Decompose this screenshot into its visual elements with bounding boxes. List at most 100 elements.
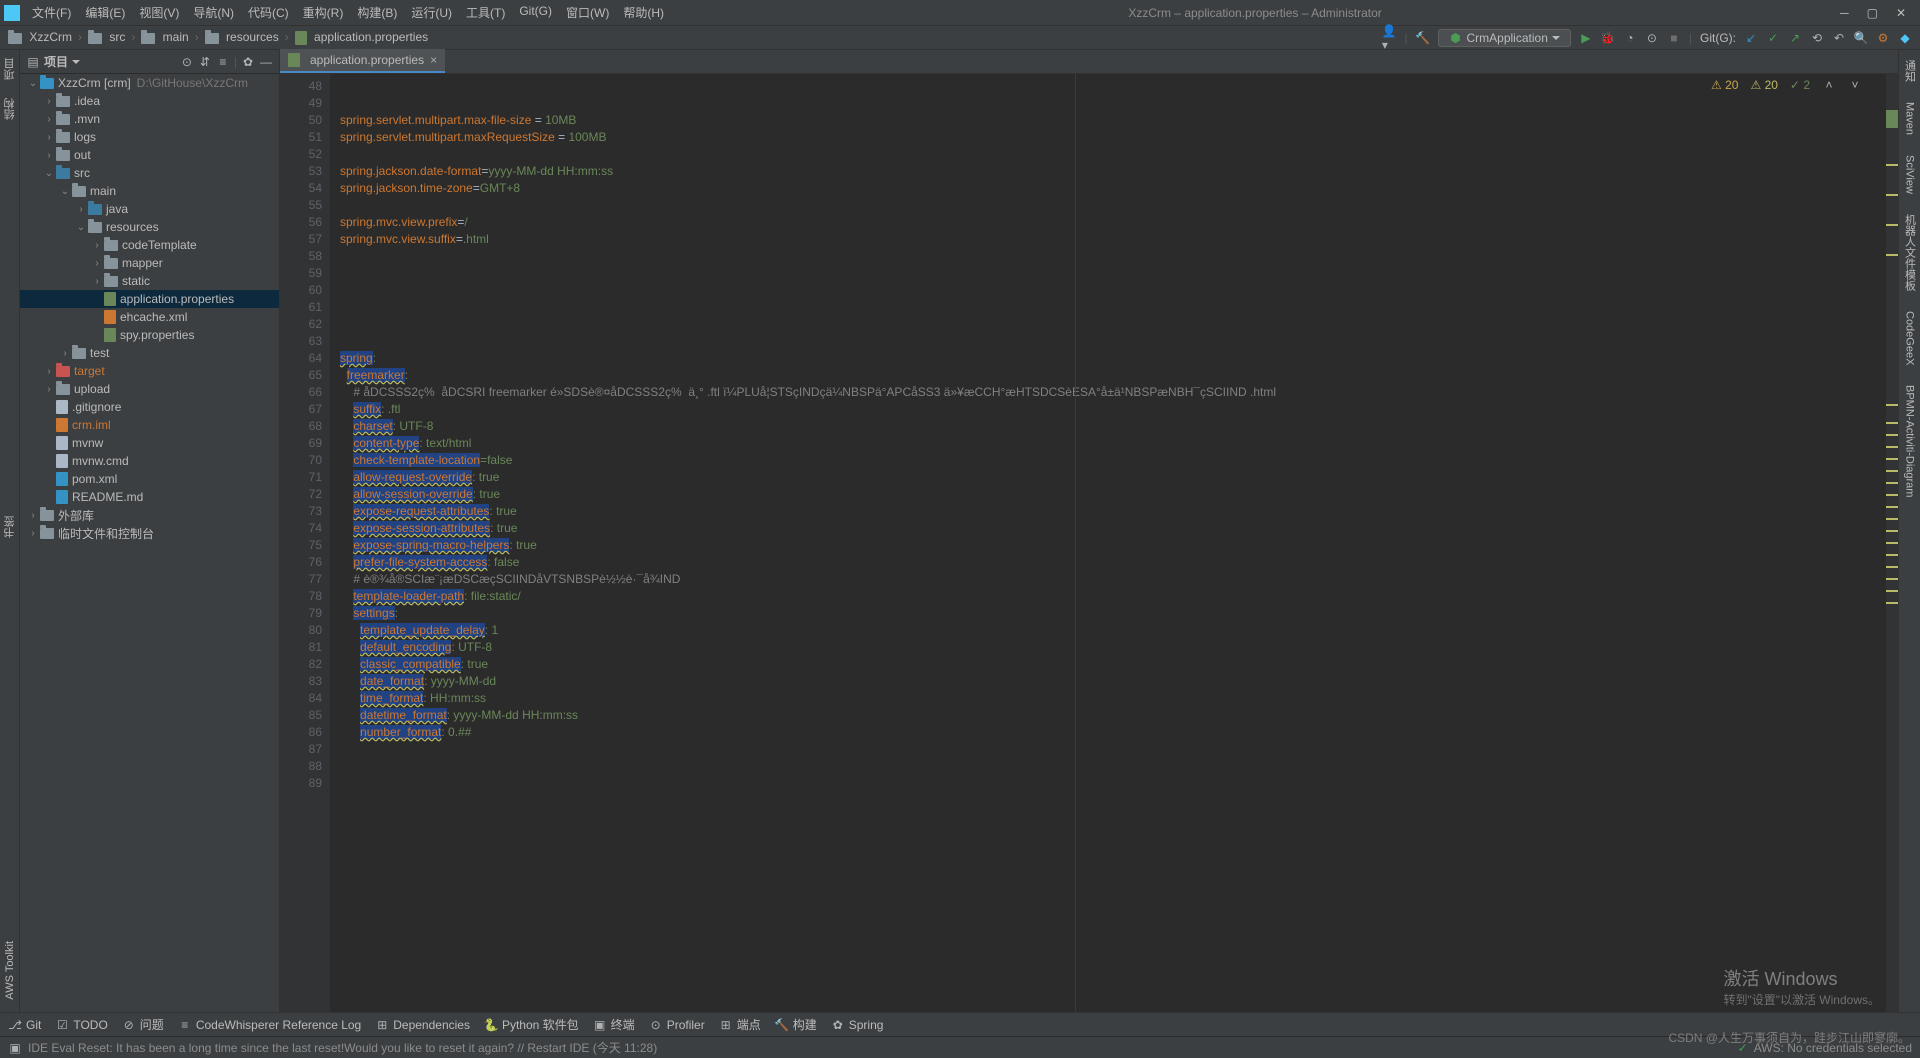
tree-expander-icon[interactable]: › — [42, 96, 56, 107]
tool-window-button[interactable]: Maven — [1904, 98, 1916, 139]
menu-item[interactable]: 编辑(E) — [79, 2, 131, 23]
chevron-down-icon[interactable] — [72, 60, 80, 64]
tree-node[interactable]: ›java — [20, 200, 279, 218]
profiler-icon[interactable]: ⊙ — [1645, 31, 1659, 45]
inspection-indicators[interactable]: ⚠ 20 ⚠ 20 ✓ 2 ˄ ˅ — [1705, 76, 1868, 94]
tree-node[interactable]: ›upload — [20, 380, 279, 398]
tree-node[interactable]: ›target — [20, 362, 279, 380]
bottom-tool-button[interactable]: ⊘问题 — [122, 1016, 164, 1033]
tree-expander-icon[interactable]: › — [74, 204, 88, 215]
expand-all-icon[interactable]: ⇵ — [198, 55, 212, 69]
tree-expander-icon[interactable]: › — [42, 114, 56, 125]
notifications-icon[interactable]: ◆ — [1898, 31, 1912, 45]
tree-node[interactable]: application.properties — [20, 290, 279, 308]
git-commit-icon[interactable]: ✓ — [1766, 31, 1780, 45]
bottom-tool-button[interactable]: ⎇Git — [8, 1018, 41, 1032]
tree-node[interactable]: mvnw — [20, 434, 279, 452]
debug-icon[interactable]: 🐞 — [1601, 31, 1615, 45]
menu-item[interactable]: 帮助(H) — [617, 2, 670, 23]
menu-item[interactable]: Git(G) — [513, 2, 558, 23]
bottom-tool-button[interactable]: ⊙Profiler — [649, 1018, 705, 1032]
tool-window-button[interactable]: 机器人文件模板 — [1902, 210, 1918, 295]
menu-item[interactable]: 运行(U) — [405, 2, 458, 23]
close-tab-icon[interactable]: × — [430, 53, 437, 67]
chevron-up-icon[interactable]: ˄ — [1822, 78, 1836, 92]
breadcrumb-item[interactable]: src — [86, 30, 127, 44]
bottom-tool-button[interactable]: ☑TODO — [55, 1018, 107, 1032]
git-rollback-icon[interactable]: ↶ — [1832, 31, 1846, 45]
tab-application-properties[interactable]: application.properties × — [280, 49, 445, 73]
tree-node[interactable]: mvnw.cmd — [20, 452, 279, 470]
breadcrumb-item[interactable]: XzzCrm — [6, 30, 74, 44]
user-icon[interactable]: 👤▾ — [1382, 31, 1396, 45]
ide-settings-icon[interactable]: ⚙ — [1876, 31, 1890, 45]
hide-icon[interactable]: — — [259, 55, 273, 69]
tool-window-button[interactable]: CodeGeeX — [1904, 307, 1916, 369]
tree-node[interactable]: ›logs — [20, 128, 279, 146]
tool-window-button[interactable]: AWS Toolkit — [4, 939, 16, 1002]
tree-expander-icon[interactable]: ⌄ — [58, 186, 72, 197]
menu-item[interactable]: 代码(C) — [242, 2, 295, 23]
gear-icon[interactable]: ✿ — [241, 55, 255, 69]
tree-expander-icon[interactable]: ⌄ — [42, 168, 56, 179]
tree-node[interactable]: ⌄src — [20, 164, 279, 182]
project-tree[interactable]: ⌄XzzCrm [crm]D:\GitHouse\XzzCrm›.idea›.m… — [20, 74, 279, 1012]
bottom-tool-button[interactable]: ⊞Dependencies — [375, 1018, 470, 1032]
tree-node[interactable]: ›临时文件和控制台 — [20, 524, 279, 542]
error-stripe[interactable] — [1886, 74, 1898, 1012]
tree-node[interactable]: spy.properties — [20, 326, 279, 344]
menu-item[interactable]: 构建(B) — [351, 2, 403, 23]
tree-expander-icon[interactable]: › — [42, 132, 56, 143]
code-text[interactable]: spring.servlet.multipart.max-file-size =… — [330, 74, 1886, 1012]
tree-expander-icon[interactable]: › — [58, 348, 72, 359]
tool-window-button[interactable]: 书签 — [2, 514, 18, 540]
tree-node[interactable]: pom.xml — [20, 470, 279, 488]
tool-window-button[interactable]: 通知 — [1902, 56, 1918, 86]
breadcrumb-item[interactable]: application.properties — [293, 30, 430, 45]
breadcrumb-item[interactable]: main — [139, 30, 190, 44]
chevron-down-icon[interactable]: ˅ — [1848, 78, 1862, 92]
menu-item[interactable]: 文件(F) — [26, 2, 77, 23]
tree-node[interactable]: ›test — [20, 344, 279, 362]
tree-node[interactable]: ›.mvn — [20, 110, 279, 128]
stop-icon[interactable]: ■ — [1667, 31, 1681, 45]
run-icon[interactable]: ▶ — [1579, 31, 1593, 45]
git-update-icon[interactable]: ↙ — [1744, 31, 1758, 45]
bottom-tool-button[interactable]: ▣终端 — [593, 1016, 635, 1033]
menu-item[interactable]: 视图(V) — [133, 2, 185, 23]
tree-expander-icon[interactable]: › — [90, 276, 104, 287]
bottom-tool-button[interactable]: ⊞端点 — [719, 1016, 761, 1033]
tree-node[interactable]: ⌄XzzCrm [crm]D:\GitHouse\XzzCrm — [20, 74, 279, 92]
tree-node[interactable]: ehcache.xml — [20, 308, 279, 326]
tool-window-button[interactable]: 结构 — [2, 94, 18, 124]
tree-node[interactable]: ›codeTemplate — [20, 236, 279, 254]
git-history-icon[interactable]: ⟲ — [1810, 31, 1824, 45]
tree-expander-icon[interactable]: › — [90, 240, 104, 251]
tool-window-button[interactable]: BPMN-Activiti-Diagram — [1904, 381, 1916, 501]
close-icon[interactable]: ✕ — [1896, 6, 1906, 20]
tree-expander-icon[interactable]: › — [42, 366, 56, 377]
menu-item[interactable]: 窗口(W) — [560, 2, 615, 23]
tool-window-button[interactable]: SciView — [1904, 151, 1916, 198]
tree-node[interactable]: ›mapper — [20, 254, 279, 272]
tree-node[interactable]: ⌄main — [20, 182, 279, 200]
code-area[interactable]: 4849505152535455565758596061626364656667… — [280, 74, 1898, 1012]
git-push-icon[interactable]: ↗ — [1788, 31, 1802, 45]
tree-node[interactable]: .gitignore — [20, 398, 279, 416]
bottom-tool-button[interactable]: 🔨构建 — [775, 1016, 817, 1033]
tree-node[interactable]: crm.iml — [20, 416, 279, 434]
tree-expander-icon[interactable]: › — [90, 258, 104, 269]
collapse-all-icon[interactable]: ≡ — [216, 55, 230, 69]
maximize-icon[interactable]: ▢ — [1867, 6, 1878, 20]
bottom-tool-button[interactable]: ✿Spring — [831, 1018, 884, 1032]
menu-item[interactable]: 导航(N) — [187, 2, 240, 23]
tree-expander-icon[interactable]: ⌄ — [74, 222, 88, 233]
minimize-icon[interactable]: ─ — [1840, 6, 1849, 20]
tree-node[interactable]: ›.idea — [20, 92, 279, 110]
tree-node[interactable]: ⌄resources — [20, 218, 279, 236]
tree-node[interactable]: ›static — [20, 272, 279, 290]
tree-expander-icon[interactable]: › — [26, 510, 40, 521]
tree-expander-icon[interactable]: › — [42, 384, 56, 395]
bottom-tool-button[interactable]: 🐍Python 软件包 — [484, 1016, 579, 1033]
tree-expander-icon[interactable]: › — [26, 528, 40, 539]
